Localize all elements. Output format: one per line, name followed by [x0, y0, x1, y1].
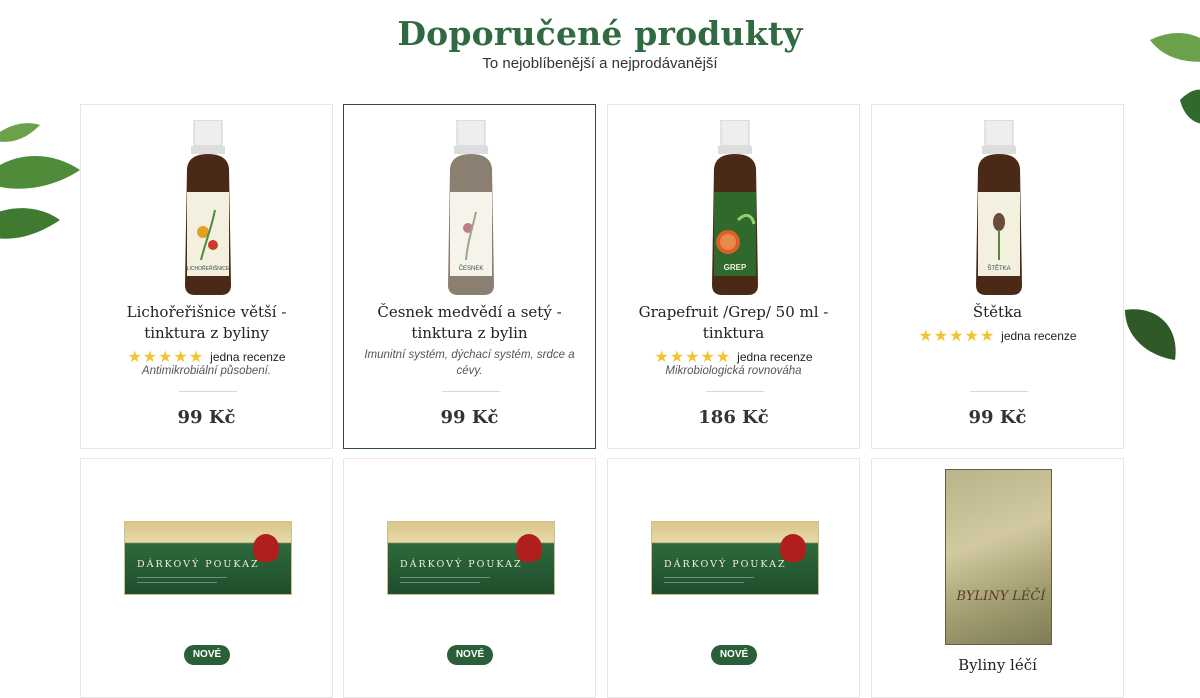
book-card[interactable]: BYLINY LÉČÍ Byliny léčí: [871, 458, 1124, 698]
product-title[interactable]: Lichořeřišnice větší - tinktura z byliny: [95, 302, 318, 344]
voucher-image: DÁRKOVÝ POUKAZ: [651, 521, 819, 595]
leaf-decoration-left: [0, 123, 80, 239]
book-cover-image: BYLINY LÉČÍ: [945, 469, 1052, 645]
new-badge: NOVÉ: [184, 645, 230, 665]
voucher-card[interactable]: DÁRKOVÝ POUKAZ NOVÉ: [607, 458, 860, 698]
section-title: Doporučené produkty: [397, 14, 803, 53]
product-price: 99 Kč: [177, 407, 236, 428]
new-badge: NOVÉ: [447, 645, 493, 665]
voucher-card[interactable]: DÁRKOVÝ POUKAZ NOVÉ: [343, 458, 596, 698]
product-card[interactable]: ŠTĚTKA Štětka ★★★★★ jedna recenze 99 Kč: [871, 104, 1124, 449]
section-heading: Doporučené produkty To nejoblíbenější a …: [0, 14, 1200, 72]
product-title[interactable]: Byliny léčí: [872, 656, 1123, 674]
svg-text:GREP: GREP: [724, 263, 747, 272]
section-subtitle: To nejoblíbenější a nejprodávanější: [482, 55, 718, 72]
product-description: Imunitní systém, dýchací systém, srdce a…: [364, 349, 575, 377]
svg-text:ŠTĚTKA: ŠTĚTKA: [987, 264, 1010, 272]
divider: [970, 391, 1028, 392]
product-image: ŠTĚTKA: [976, 120, 1022, 295]
product-title[interactable]: Česnek medvědí a setý - tinktura z bylin: [358, 302, 581, 344]
svg-text:ČESNEK: ČESNEK: [459, 265, 484, 272]
leaf-decoration-right: [1125, 309, 1176, 360]
product-description: Antimikrobiální působení.: [141, 365, 272, 377]
product-card[interactable]: ČESNEK Česnek medvědí a setý - tinktura …: [343, 104, 596, 449]
new-badge: NOVÉ: [711, 645, 757, 665]
voucher-card[interactable]: DÁRKOVÝ POUKAZ NOVÉ: [80, 458, 333, 698]
product-image: GREP: [712, 120, 758, 295]
product-image: ČESNEK: [448, 120, 494, 295]
product-card[interactable]: GREP Grapefruit /Grep/ 50 ml - tinktura …: [607, 104, 860, 449]
voucher-image: DÁRKOVÝ POUKAZ: [124, 521, 292, 595]
product-card[interactable]: LICHOŘEŘIŠNICE Lichořeřišnice větší - ti…: [80, 104, 333, 449]
divider: [706, 391, 764, 392]
divider: [179, 391, 237, 392]
product-price: 99 Kč: [968, 407, 1027, 428]
voucher-image: DÁRKOVÝ POUKAZ: [387, 521, 555, 595]
product-image: LICHOŘEŘIŠNICE: [185, 120, 231, 295]
star-rating-icon: ★★★★★: [918, 328, 996, 345]
product-title[interactable]: Štětka: [886, 302, 1109, 323]
product-title[interactable]: Grapefruit /Grep/ 50 ml - tinktura: [622, 302, 845, 344]
product-price: 186 Kč: [698, 407, 769, 428]
svg-text:LICHOŘEŘIŠNICE: LICHOŘEŘIŠNICE: [187, 264, 230, 272]
product-price: 99 Kč: [440, 407, 499, 428]
product-rating[interactable]: ★★★★★ jedna recenze: [872, 326, 1123, 346]
divider: [442, 391, 500, 392]
product-description: Mikrobiologická rovnováha: [665, 365, 802, 377]
